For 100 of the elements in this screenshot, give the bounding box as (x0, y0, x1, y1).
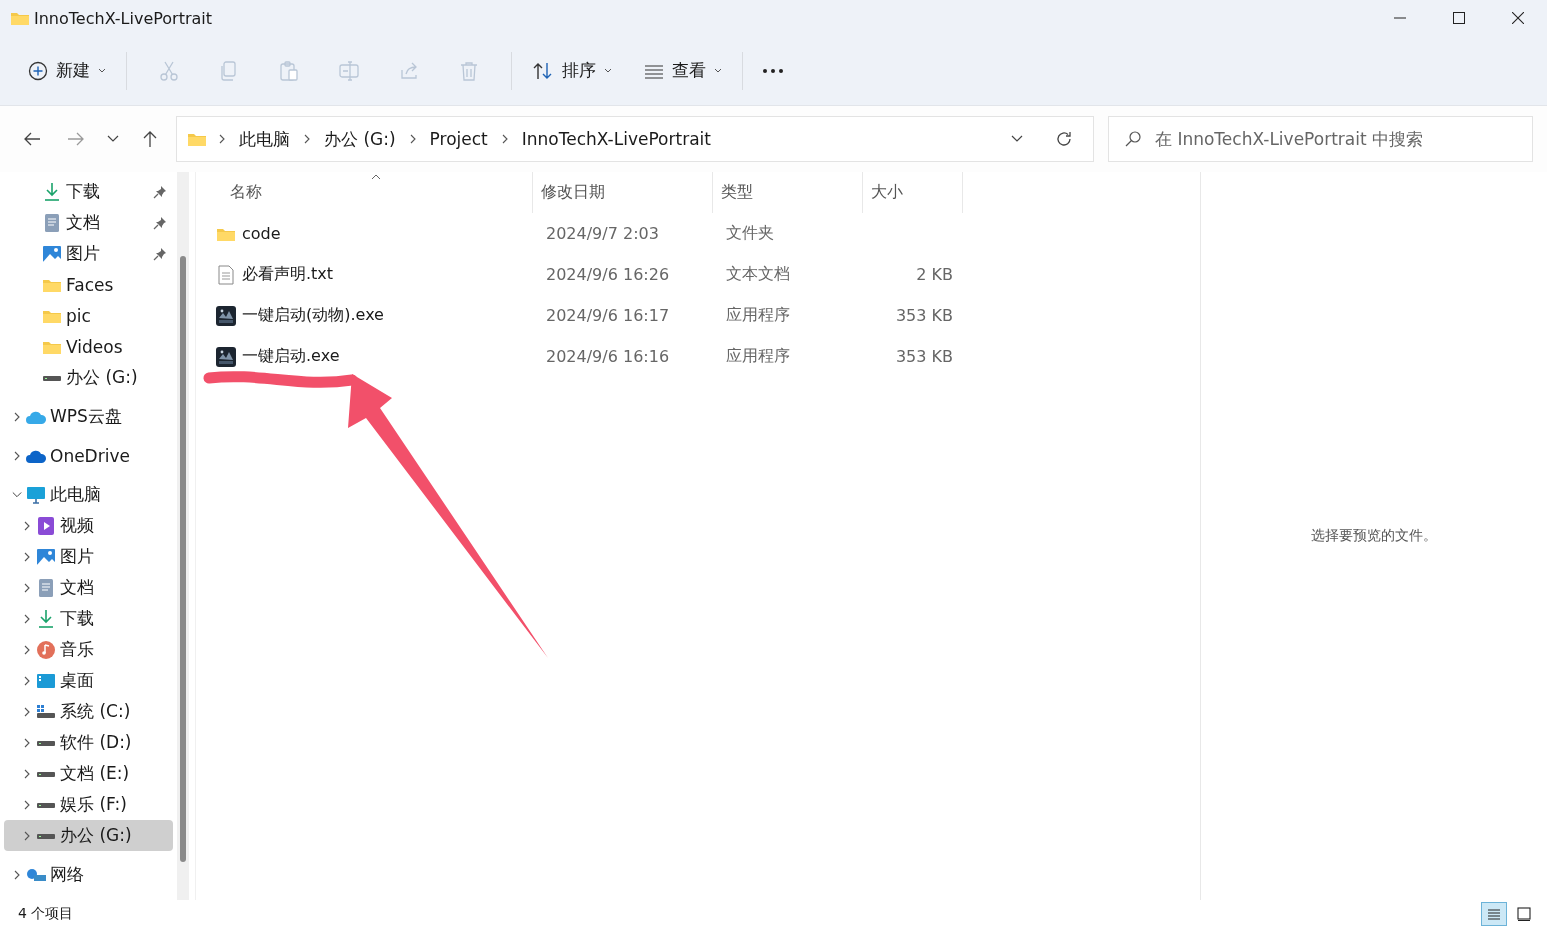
file-type: 应用程序 (725, 346, 791, 367)
chevron-right-icon[interactable] (24, 675, 30, 686)
column-header[interactable]: 名称 (208, 172, 533, 213)
forward-arrow-icon (67, 131, 85, 147)
back-arrow-icon (23, 131, 41, 147)
nav-item[interactable]: 文档 (4, 207, 173, 238)
file-type: 文件夹 (725, 223, 775, 244)
chevron-right-icon[interactable] (24, 768, 30, 779)
nav-item[interactable]: 网络 (4, 859, 173, 890)
chevron-right-icon[interactable] (24, 830, 30, 841)
nav-item[interactable]: 办公 (G:) (4, 362, 173, 393)
nav-item[interactable]: 图片 (4, 541, 173, 572)
chevron-right-icon[interactable] (24, 799, 30, 810)
chevron-right-icon[interactable] (24, 520, 30, 531)
video-icon (37, 515, 55, 536)
chevron-right-icon[interactable] (24, 706, 30, 717)
download-icon (37, 608, 55, 629)
caret-icon (98, 67, 106, 74)
chevron-right-icon (409, 134, 416, 144)
chevron-right-icon[interactable] (24, 613, 30, 624)
chevron-right-icon[interactable] (24, 551, 30, 562)
view-button[interactable]: 查看 (636, 48, 730, 93)
chevron-right-icon (304, 134, 310, 144)
preview-message: 选择要预览的文件。 (1311, 527, 1437, 545)
nav-item[interactable]: 图片 (4, 238, 173, 269)
file-name: 必看声明.txt (242, 264, 334, 285)
file-name: code (242, 224, 281, 243)
view-lines-icon (644, 62, 664, 79)
document-icon (44, 212, 60, 233)
app-icon (216, 346, 236, 367)
file-name: 一键启动.exe (242, 346, 340, 367)
document-icon (38, 577, 54, 598)
sort-button[interactable]: 排序 (524, 48, 620, 93)
picture-icon (36, 547, 56, 566)
file-row[interactable]: code 2024/9/7 2:03 文件夹 (208, 213, 1200, 254)
window-title: InnoTechX-LivePortrait (34, 8, 214, 28)
modified-date: 2024/9/6 16:17 (545, 306, 671, 325)
file-name: 一键启动(动物).exe (242, 305, 384, 326)
nav-item[interactable]: OneDrive (4, 440, 173, 471)
file-size: 353 KB (894, 306, 954, 325)
modified-date: 2024/9/7 2:03 (545, 224, 660, 243)
minimize-icon (1393, 17, 1406, 19)
more-icon (762, 67, 784, 74)
column-header[interactable]: 类型 (713, 172, 863, 213)
nav-item[interactable]: 文档 (4, 572, 173, 603)
app-icon (216, 305, 236, 326)
file-row[interactable]: 一键启动.exe 2024/9/6 16:16 应用程序 353 KB (208, 336, 1200, 377)
nav-item[interactable]: Videos (4, 331, 173, 362)
column-header[interactable]: 修改日期 (533, 172, 713, 213)
nav-item[interactable]: WPS云盘 (4, 401, 173, 432)
details-view-button[interactable] (1481, 901, 1507, 926)
chevron-down-icon (107, 135, 119, 143)
chevron-right-icon[interactable] (14, 869, 20, 880)
file-type: 应用程序 (725, 305, 791, 326)
plus-circle-icon (28, 60, 48, 81)
scrollbar-thumb[interactable] (180, 256, 186, 862)
file-size: 353 KB (894, 347, 954, 366)
maximize-icon (1452, 12, 1465, 24)
item-count: 4 个项目 (18, 904, 75, 923)
text-file-icon (218, 264, 234, 285)
picture-icon (42, 244, 62, 263)
nav-item[interactable]: 办公 (G:) (4, 820, 173, 851)
nav-item[interactable]: 软件 (D:) (4, 727, 173, 758)
desktop-icon (36, 672, 56, 689)
breadcrumb[interactable]: 此电脑 (237, 127, 292, 151)
file-row[interactable]: 必看声明.txt 2024/9/6 16:26 文本文档 2 KB (208, 254, 1200, 295)
system-drive-icon (36, 703, 56, 720)
chevron-right-icon[interactable] (24, 582, 30, 593)
folder-icon (187, 131, 207, 147)
file-size: 2 KB (915, 265, 954, 284)
breadcrumb[interactable]: Project (427, 129, 490, 149)
nav-item[interactable]: 此电脑 (4, 479, 173, 510)
nav-item[interactable]: 下载 (4, 176, 173, 207)
address-bar[interactable]: 此电脑 办公 (G:) Project InnoTechX-LivePortrait (176, 116, 1094, 162)
sort-icon (532, 60, 554, 81)
chevron-right-icon[interactable] (24, 737, 30, 748)
modified-date: 2024/9/6 16:16 (545, 347, 671, 366)
nav-item[interactable]: 系统 (C:) (4, 696, 173, 727)
nav-item[interactable]: 音乐 (4, 634, 173, 665)
modified-date: 2024/9/6 16:26 (545, 265, 671, 284)
nav-item[interactable]: 视频 (4, 510, 173, 541)
breadcrumb[interactable]: 办公 (G:) (322, 127, 398, 151)
nav-item[interactable]: 娱乐 (F:) (4, 789, 173, 820)
chevron-down-icon[interactable] (12, 490, 22, 499)
file-row[interactable]: 一键启动(动物).exe 2024/9/6 16:17 应用程序 353 KB (208, 295, 1200, 336)
search-field[interactable]: 在 InnoTechX-LivePortrait 中搜索 (1108, 116, 1533, 162)
new-button[interactable]: 新建 (20, 48, 114, 93)
chevron-right-icon[interactable] (24, 644, 30, 655)
close-icon (1511, 12, 1524, 24)
folder-icon (10, 10, 30, 26)
nav-item[interactable]: 文档 (E:) (4, 758, 173, 789)
chevron-right-icon[interactable] (14, 411, 20, 422)
chevron-right-icon[interactable] (14, 450, 20, 461)
nav-item[interactable]: 下载 (4, 603, 173, 634)
nav-item[interactable]: pic (4, 300, 173, 331)
column-header[interactable]: 大小 (863, 172, 963, 213)
breadcrumb[interactable]: InnoTechX-LivePortrait (519, 129, 713, 149)
caret-icon (714, 67, 722, 74)
nav-item[interactable]: 桌面 (4, 665, 173, 696)
nav-item[interactable]: Faces (4, 269, 173, 300)
